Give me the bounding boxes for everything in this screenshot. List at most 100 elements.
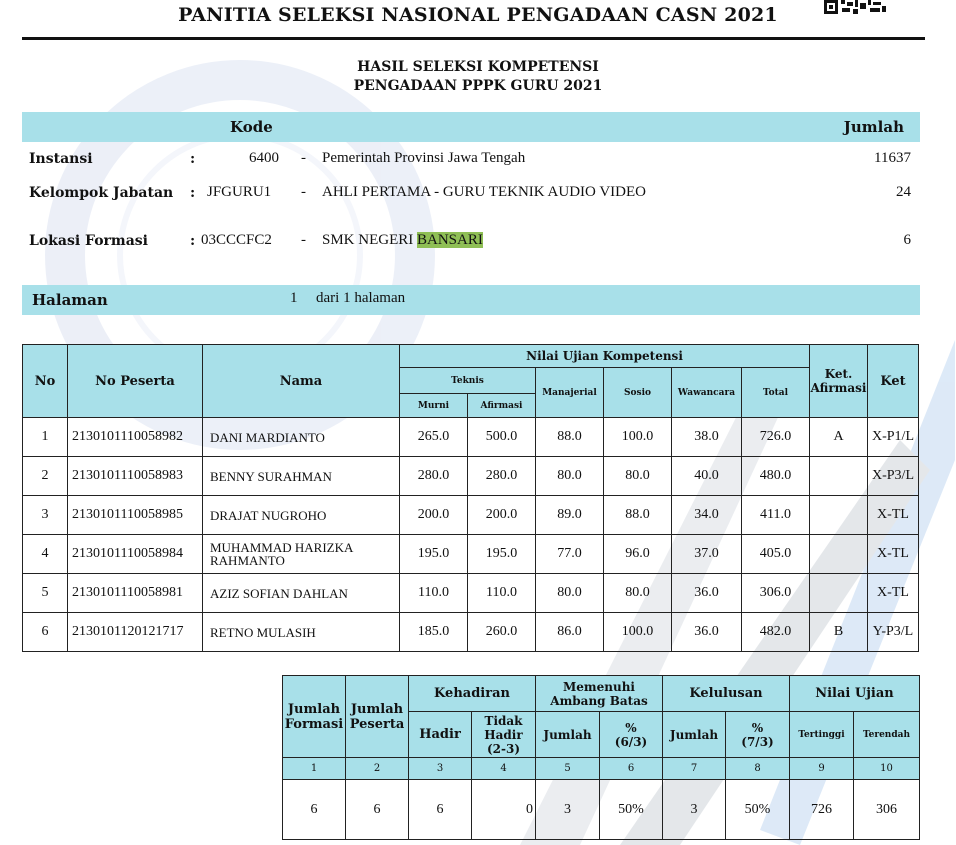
halaman-text: dari 1 halaman [316,290,406,306]
cell-wawancara: 34.0 [671,495,742,535]
cell-afirmasi: 195.0 [467,534,536,574]
cell-no: 5 [22,573,68,613]
cell-no-peserta: 2130101110058985 [67,495,203,535]
cell-wawancara: 37.0 [671,534,742,574]
cell-ket-afirmasi: B [809,612,868,652]
tidak-hadir-line-2: Hadir [484,727,523,742]
instansi-dash: - [301,150,306,166]
cell-ket: X-TL [867,495,919,535]
table-row: 2 2130101110058983 BENNY SURAHMAN 280.0 … [22,456,919,496]
sum-header-jumlah-lulus: Jumlah [662,711,726,758]
cell-ket: X-TL [867,573,919,613]
col-number: 7 [662,757,726,780]
ket-afirmasi-line-2: Afirmasi [810,381,867,395]
cell-ket-afirmasi [809,456,868,496]
sum-jumlah-ambang: 3 [535,779,600,840]
ambang-line-1: Memenuhi [563,679,635,694]
info-header-bar: Kode Jumlah [22,112,920,142]
kelompok-dash: - [301,184,306,200]
cell-murni: 265.0 [399,417,468,457]
col-header-no-peserta: No Peserta [67,344,203,418]
results-table: No No Peserta Nama Nilai Ujian Kompetens… [22,344,919,652]
cell-wawancara: 38.0 [671,417,742,457]
table-row: 1 2130101110058982 DANI MARDIANTO 265.0 … [22,417,919,457]
cell-murni: 110.0 [399,573,468,613]
sum-jumlah-lulus: 3 [662,779,726,840]
instansi-sep: : [190,151,196,167]
sum-header-kelulusan: Kelulusan [662,675,790,712]
kode-label: Kode [230,118,273,136]
cell-no-peserta: 2130101120121717 [67,612,203,652]
col-number: 3 [408,757,472,780]
cell-no: 4 [22,534,68,574]
cell-total: 405.0 [741,534,810,574]
cell-nama: DANI MARDIANTO [202,417,400,457]
sum-header-jumlah-formasi: Jumlah Formasi [282,675,346,758]
document-subtitle-2: PENGADAAN PPPK GURU 2021 [353,78,603,94]
kelompok-name: AHLI PERTAMA - GURU TEKNIK AUDIO VIDEO [322,184,646,200]
col-header-teknis: Teknis [399,367,536,394]
sum-header-jumlah-ambang: Jumlah [535,711,600,758]
cell-sosio: 100.0 [603,612,672,652]
lokasi-name-prefix: SMK NEGERI [322,232,418,248]
sum-header-ambang-batas: Memenuhi Ambang Batas [535,675,663,712]
cell-no-peserta: 2130101110058982 [67,417,203,457]
sum-tidak-hadir: 0 [471,779,536,840]
kelompok-label: Kelompok Jabatan [29,185,174,201]
ket-afirmasi-line-1: Ket. [824,367,853,381]
kelompok-sep: : [190,185,196,201]
cell-total: 411.0 [741,495,810,535]
cell-total: 482.0 [741,612,810,652]
col-number: 5 [535,757,600,780]
cell-manajerial: 80.0 [535,573,604,613]
ambang-line-2: Ambang Batas [550,693,648,708]
cell-no: 6 [22,612,68,652]
halaman-bar: Halaman 1 dari 1 halaman [22,285,920,315]
cell-nama: AZIZ SOFIAN DAHLAN [202,573,400,613]
sum-pct-lulus: 50% [725,779,790,840]
cell-manajerial: 89.0 [535,495,604,535]
sum-header-kehadiran: Kehadiran [408,675,536,712]
cell-no-peserta: 2130101110058981 [67,573,203,613]
sum-header-tertinggi: Tertinggi [789,711,854,758]
lokasi-sep: : [190,233,196,249]
pct-ambang-line-2: (6/3) [614,734,648,749]
sum-terendah: 306 [853,779,920,840]
jumlah-formasi-line-2: Formasi [284,716,344,732]
cell-sosio: 80.0 [603,573,672,613]
jumlah-peserta-line-1: Jumlah [350,701,404,717]
sum-jumlah-peserta: 6 [345,779,409,840]
table-row: 5 2130101110058981 AZIZ SOFIAN DAHLAN 11… [22,573,919,613]
cell-no: 2 [22,456,68,496]
col-number: 10 [853,757,920,780]
instansi-code: 6400 [249,150,279,166]
jumlah-formasi-line-1: Jumlah [287,701,341,717]
cell-manajerial: 88.0 [535,417,604,457]
sum-header-terendah: Terendah [853,711,920,758]
sum-tertinggi: 726 [789,779,854,840]
jumlah-peserta-line-2: Peserta [349,716,405,732]
sum-pct-ambang: 50% [599,779,663,840]
lokasi-dash: - [301,232,306,248]
kelompok-jabatan-row: Kelompok Jabatan : JFGURU1 - AHLI PERTAM… [0,184,956,206]
cell-nama: DRAJAT NUGROHO [202,495,400,535]
cell-murni: 280.0 [399,456,468,496]
cell-afirmasi: 280.0 [467,456,536,496]
cell-afirmasi: 200.0 [467,495,536,535]
col-header-total: Total [741,367,810,418]
col-header-murni: Murni [399,393,468,418]
table-row: 3 2130101110058985 DRAJAT NUGROHO 200.0 … [22,495,919,535]
sum-header-nilai-ujian: Nilai Ujian [789,675,920,712]
kelompok-code: JFGURU1 [207,184,272,200]
cell-wawancara: 36.0 [671,573,742,613]
cell-no-peserta: 2130101110058984 [67,534,203,574]
col-header-sosio: Sosio [603,367,672,418]
cell-no: 3 [22,495,68,535]
col-number: 4 [471,757,536,780]
instansi-count: 11637 [874,150,911,166]
col-header-wawancara: Wawancara [671,367,742,418]
cell-sosio: 100.0 [603,417,672,457]
lokasi-name-highlight: BANSARI [417,232,483,248]
cell-wawancara: 36.0 [671,612,742,652]
cell-total: 306.0 [741,573,810,613]
